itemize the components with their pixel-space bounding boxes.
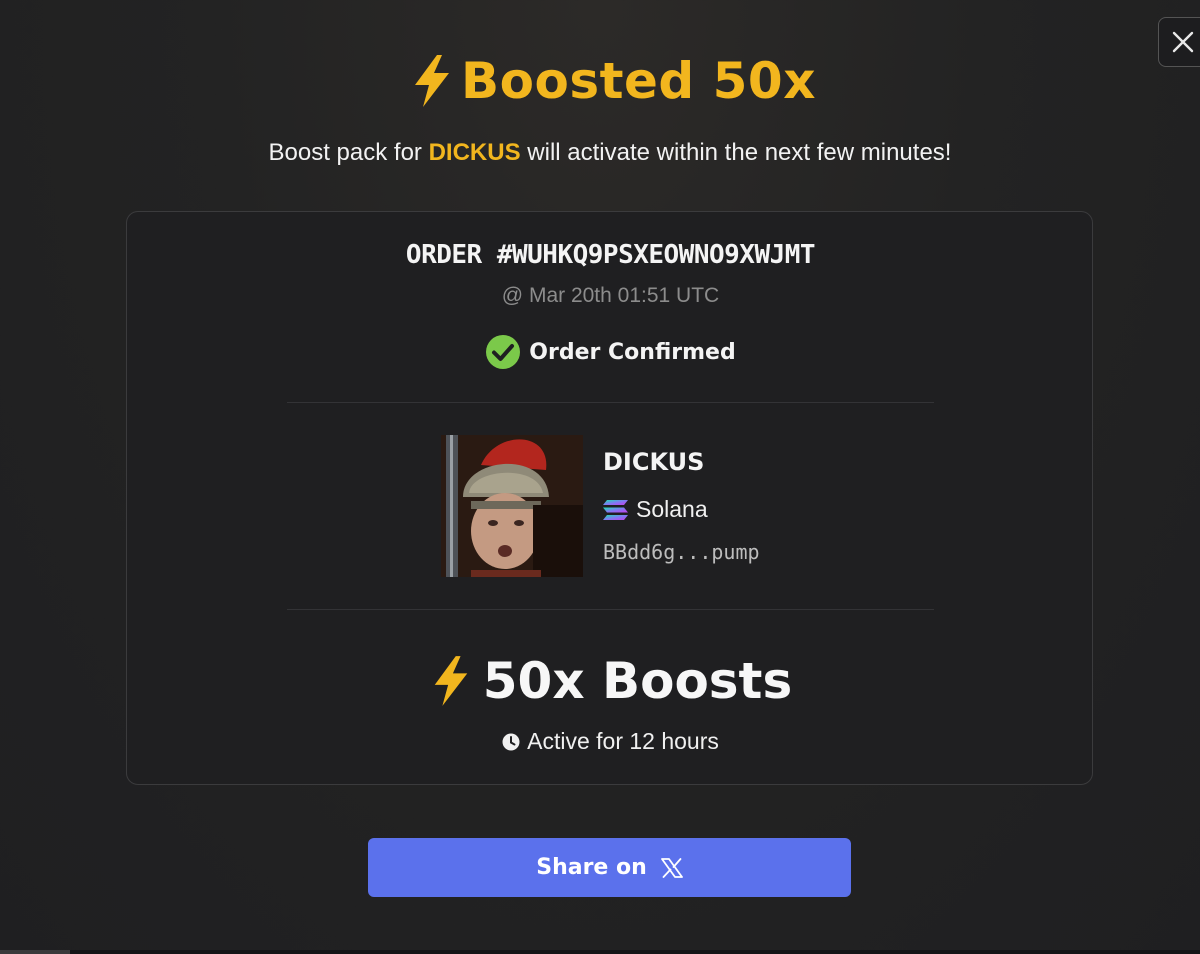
order-status-text: Order Confirmed: [529, 339, 736, 365]
solana-icon: [603, 499, 628, 520]
boost-duration-text: Active for 12 hours: [527, 728, 719, 754]
boost-label: 50x Boosts: [482, 652, 793, 710]
modal-title-text: Boosted 50x: [461, 52, 816, 110]
token-address[interactable]: BBdd6g...pump: [603, 540, 760, 564]
modal-subtitle: Boost pack for DICKUS will activate with…: [0, 139, 1200, 167]
close-icon: [1172, 31, 1194, 53]
divider: [287, 609, 934, 610]
order-status: Order Confirmed: [127, 334, 1094, 370]
clock-icon: [502, 733, 520, 750]
bottom-edge: [0, 950, 1200, 954]
order-id: ORDER #WUHKQ9PSXEOWNO9XWJMT: [405, 240, 816, 270]
token-chain: Solana: [603, 496, 708, 523]
subtitle-token: DICKUS: [428, 139, 521, 166]
subtitle-text-end: will activate within the next few minute…: [520, 139, 952, 166]
subtitle-text: Boost pack for: [268, 139, 429, 166]
share-label: Share on: [536, 855, 647, 880]
modal-title: Boosted 50x: [0, 52, 1200, 110]
order-card: ORDER #WUHKQ9PSXEOWNO9XWJMT @ Mar 20th 0…: [126, 211, 1093, 785]
check-circle-icon: [486, 335, 521, 369]
background-tab-strip: [0, 0, 400, 8]
boost-summary: 50x Boosts: [127, 652, 1094, 710]
token-image: [441, 435, 583, 577]
divider: [287, 402, 934, 403]
lightning-icon: [415, 55, 450, 107]
x-logo-icon: [660, 857, 683, 878]
order-time: @ Mar 20th 01:51 UTC: [501, 284, 720, 307]
boost-duration: Active for 12 hours: [127, 728, 1094, 755]
share-on-x-button[interactable]: Share on: [368, 838, 851, 897]
lightning-icon: [434, 656, 468, 706]
token-name: DICKUS: [603, 448, 705, 476]
token-chain-label: Solana: [636, 496, 708, 522]
